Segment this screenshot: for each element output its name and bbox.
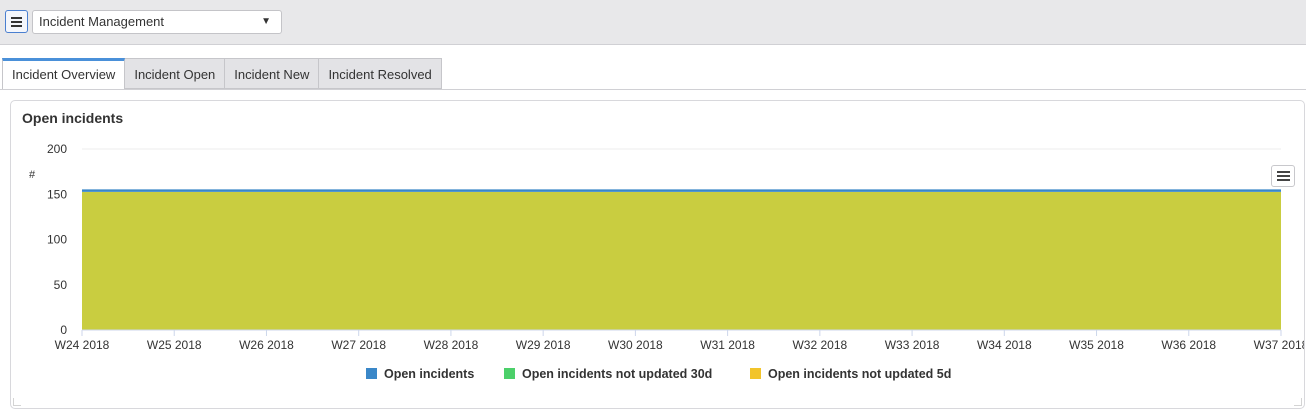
x-tick-label: W27 2018 bbox=[331, 338, 386, 352]
x-tick-label: W35 2018 bbox=[1069, 338, 1124, 352]
legend-swatch bbox=[504, 368, 515, 379]
app-selector-value: Incident Management bbox=[39, 14, 165, 29]
y-tick-label: 50 bbox=[54, 278, 68, 292]
y-tick-label: 150 bbox=[47, 187, 67, 201]
x-tick-label: W26 2018 bbox=[239, 338, 294, 352]
open-incidents-chart: 0 50 100 150 200 # W24 2018 W25 2018 W26 2018 W27… bbox=[29, 142, 1304, 381]
x-tick-label: W36 2018 bbox=[1161, 338, 1216, 352]
x-tick-label: W32 2018 bbox=[792, 338, 847, 352]
legend-item-label: Open incidents not updated 30d bbox=[522, 367, 712, 381]
tab-incident-new[interactable]: Incident New bbox=[225, 58, 320, 89]
tab-divider bbox=[0, 89, 1306, 90]
legend-item-label: Open incidents not updated 5d bbox=[768, 367, 951, 381]
tab-incident-open[interactable]: Incident Open bbox=[125, 58, 226, 89]
tab-incident-resolved[interactable]: Incident Resolved bbox=[319, 58, 442, 89]
hamburger-icon-bar bbox=[1277, 179, 1290, 181]
resize-handle-left[interactable] bbox=[13, 398, 21, 406]
hamburger-icon bbox=[1277, 171, 1290, 173]
chart-panel: Open incidents 0 50 100 150 200 # W24 2018 W25 … bbox=[10, 100, 1305, 409]
x-tick-label: W31 2018 bbox=[700, 338, 755, 352]
legend-item-label: Open incidents bbox=[384, 367, 474, 381]
y-axis-label: # bbox=[29, 169, 36, 181]
y-tick-label: 200 bbox=[47, 142, 67, 156]
caret-down-icon: ▼ bbox=[261, 16, 271, 27]
y-tick-label: 100 bbox=[47, 233, 67, 247]
tab-incident-overview[interactable]: Incident Overview bbox=[2, 58, 126, 90]
chart-context-menu-button[interactable] bbox=[1271, 165, 1295, 187]
y-tick-label: 0 bbox=[60, 323, 67, 337]
x-tick-label: W25 2018 bbox=[147, 338, 202, 352]
hamburger-icon-bar bbox=[11, 21, 22, 23]
x-tick-label: W30 2018 bbox=[608, 338, 663, 352]
legend-swatch bbox=[750, 368, 761, 379]
x-tick-label: W24 2018 bbox=[55, 338, 110, 352]
x-tick-label: W37 2018 bbox=[1254, 338, 1304, 352]
legend-swatch bbox=[366, 368, 377, 379]
app-selector-dropdown[interactable]: Incident Management ▼ bbox=[32, 10, 282, 34]
x-tick-label: W28 2018 bbox=[424, 338, 479, 352]
hamburger-icon bbox=[11, 17, 22, 19]
hamburger-icon-bar bbox=[11, 25, 22, 27]
resize-handle-right[interactable] bbox=[1294, 398, 1302, 406]
top-toolbar: Incident Management ▼ bbox=[0, 0, 1306, 45]
x-tick-label: W29 2018 bbox=[516, 338, 571, 352]
hamburger-icon-bar bbox=[1277, 175, 1290, 177]
main-menu-button[interactable] bbox=[5, 10, 28, 33]
x-tick-label: W33 2018 bbox=[885, 338, 940, 352]
x-tick-label: W34 2018 bbox=[977, 338, 1032, 352]
area-series-not-updated-5d bbox=[82, 192, 1281, 330]
tab-bar: Incident Overview Incident Open Incident… bbox=[2, 58, 442, 90]
